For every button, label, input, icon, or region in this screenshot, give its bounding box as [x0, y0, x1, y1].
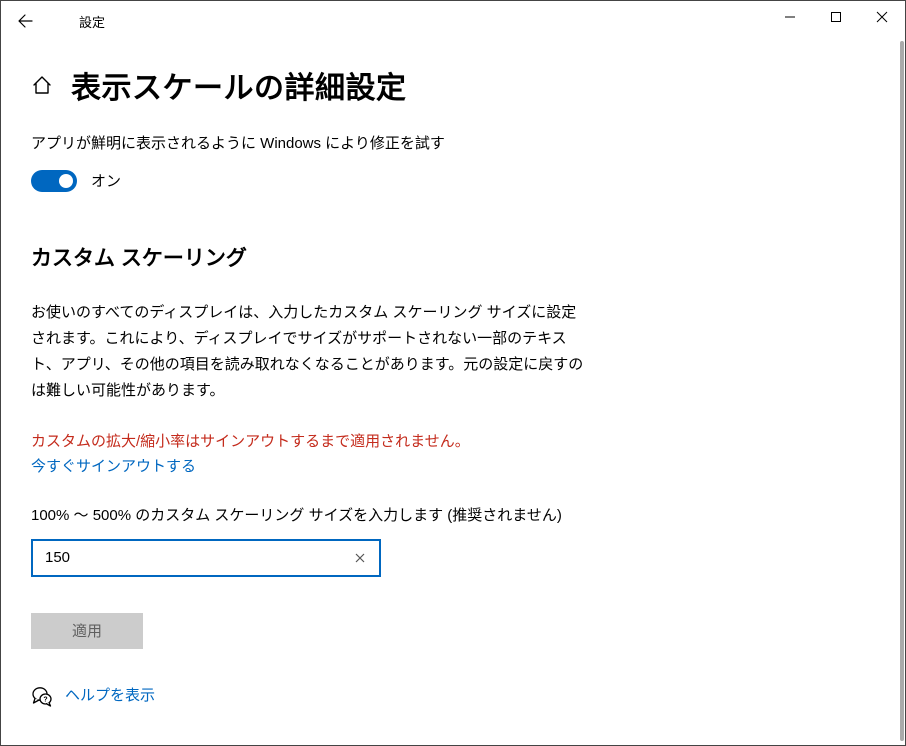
- maximize-icon: [830, 11, 842, 23]
- page-title: 表示スケールの詳細設定: [71, 63, 407, 107]
- scaling-input[interactable]: [45, 549, 349, 566]
- help-icon: ?: [31, 685, 51, 705]
- window-controls: [767, 1, 905, 33]
- fix-apps-toggle-row: オン: [31, 170, 875, 192]
- scrollbar[interactable]: [900, 41, 904, 741]
- home-icon: [31, 74, 53, 96]
- apply-button[interactable]: 適用: [31, 613, 143, 649]
- clear-input-button[interactable]: [349, 547, 371, 569]
- titlebar: 設定: [1, 1, 905, 41]
- scaling-input-wrap: [31, 539, 381, 577]
- maximize-button[interactable]: [813, 1, 859, 33]
- fix-apps-label: アプリが鮮明に表示されるように Windows により修正を試す: [31, 133, 875, 156]
- help-row: ? ヘルプを表示: [31, 683, 875, 709]
- heading-row: 表示スケールの詳細設定: [31, 63, 875, 107]
- fix-apps-toggle[interactable]: [31, 170, 77, 192]
- minimize-button[interactable]: [767, 1, 813, 33]
- close-icon: [876, 11, 888, 23]
- signout-link[interactable]: 今すぐサインアウトする: [31, 454, 196, 480]
- help-link[interactable]: ヘルプを表示: [65, 683, 155, 709]
- svg-text:?: ?: [43, 697, 47, 704]
- fix-apps-toggle-state: オン: [91, 170, 121, 191]
- back-button[interactable]: [1, 1, 49, 41]
- minimize-icon: [784, 11, 796, 23]
- toggle-knob: [59, 174, 73, 188]
- clear-icon: [354, 552, 366, 564]
- close-button[interactable]: [859, 1, 905, 33]
- custom-scaling-warning: カスタムの拡大/縮小率はサインアウトするまで適用されません。: [31, 429, 875, 455]
- home-button[interactable]: [31, 74, 53, 96]
- custom-scaling-heading: カスタム スケーリング: [31, 242, 875, 272]
- scaling-input-label: 100% ～ 500% のカスタム スケーリング サイズを入力します (推奨され…: [31, 504, 875, 525]
- back-arrow-icon: [17, 13, 33, 29]
- window-title: 設定: [79, 12, 105, 31]
- custom-scaling-description: お使いのすべてのディスプレイは、入力したカスタム スケーリング サイズに設定され…: [31, 300, 591, 405]
- content-area: 表示スケールの詳細設定 アプリが鮮明に表示されるように Windows により修…: [1, 41, 905, 708]
